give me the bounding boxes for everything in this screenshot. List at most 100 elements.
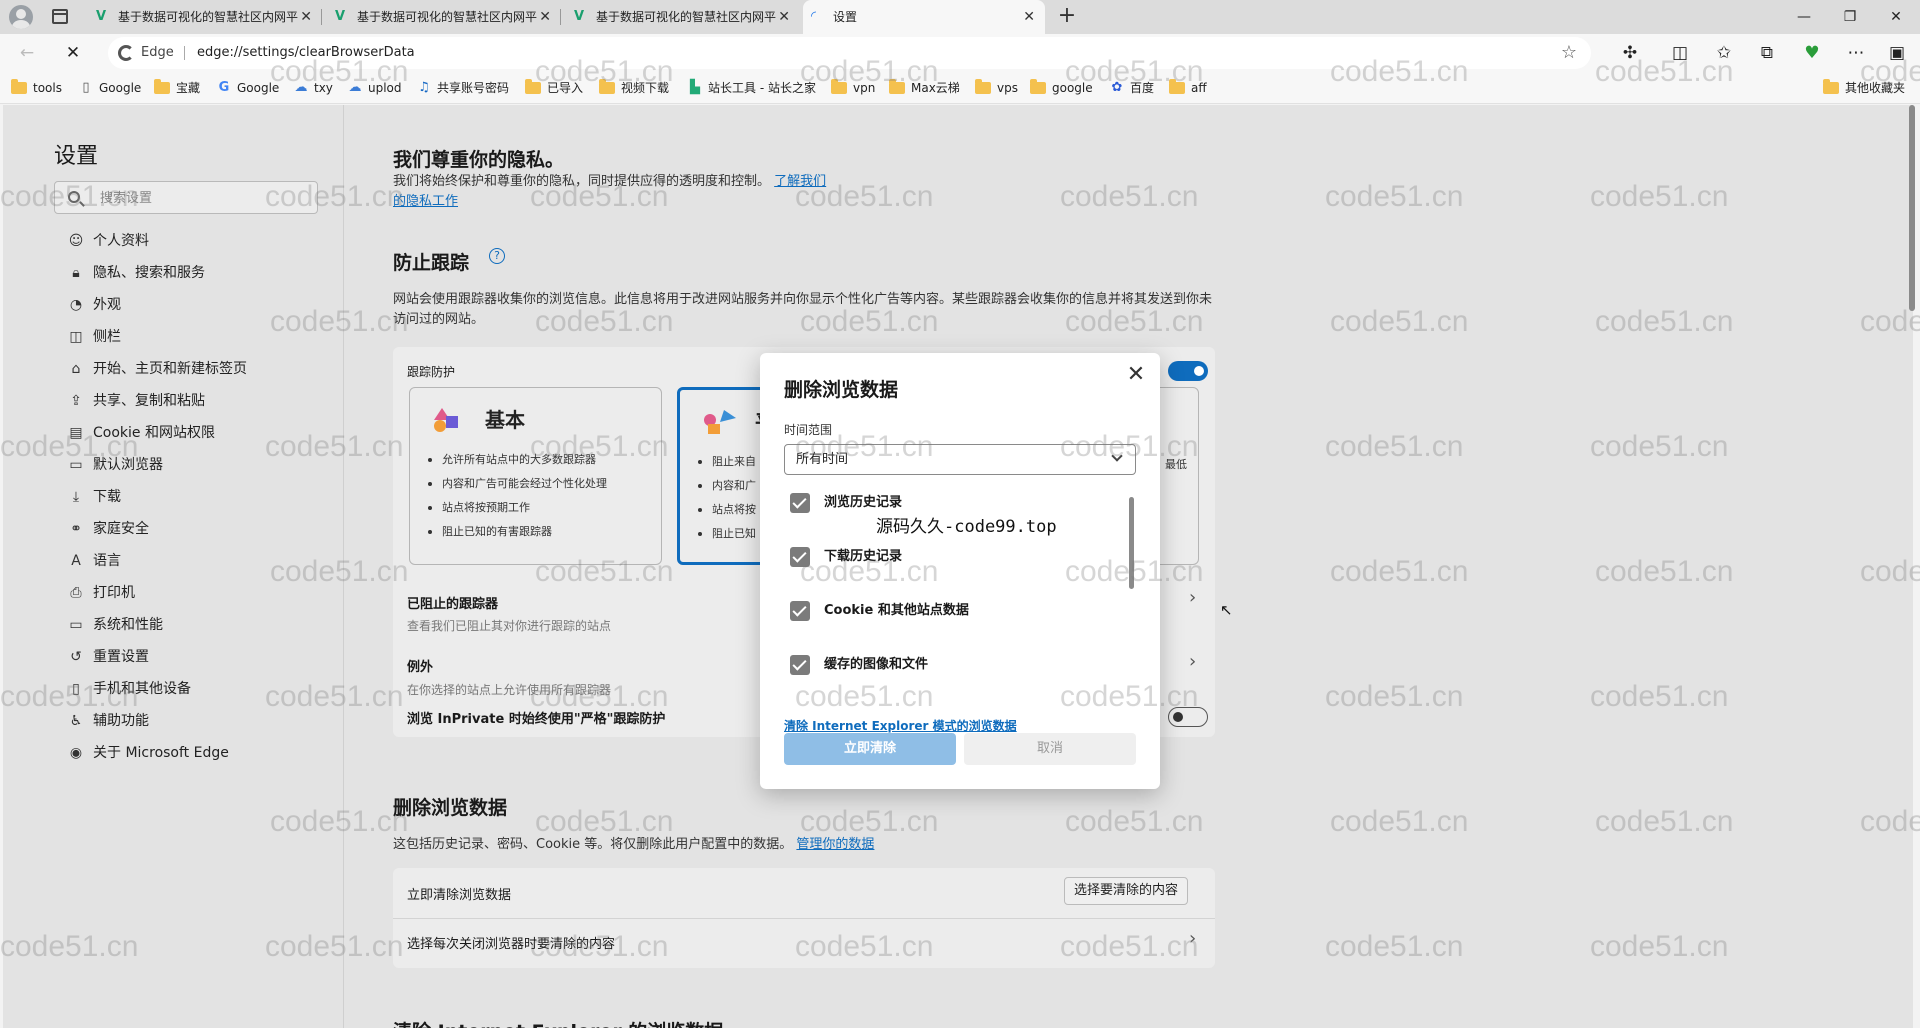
split-screen-icon[interactable]: ◫ [1667, 40, 1693, 66]
time-range-label: 时间范围 [784, 423, 833, 437]
checkbox-checked-icon[interactable] [790, 493, 810, 513]
sidebar-item-sidebar[interactable]: ◫ 侧栏 [63, 322, 323, 352]
sidebar-item-about[interactable]: ◉ 关于 Microsoft Edge [63, 738, 323, 768]
sidebar-item-start[interactable]: ⌂ 开始、主页和新建标签页 [63, 354, 323, 384]
profile-avatar-icon[interactable] [9, 5, 33, 29]
new-tab-button[interactable]: + [1055, 0, 1079, 34]
sidebar-item-reset[interactable]: ↺ 重置设置 [63, 642, 323, 672]
sidebar-item-family[interactable]: ⚭ 家庭安全 [63, 514, 323, 544]
sidebar-item-appearance[interactable]: ◔ 外观 [63, 290, 323, 320]
close-tab-icon[interactable]: ✕ [539, 0, 551, 34]
bookmark-folder[interactable]: 视频下载 [599, 72, 669, 104]
folder-icon [154, 79, 170, 94]
restore-button[interactable]: ❐ [1827, 0, 1873, 34]
sidebar-toggle-icon[interactable]: ▣ [1884, 40, 1910, 66]
settings-search-input[interactable]: 搜索设置 [54, 181, 318, 214]
exceptions-label[interactable]: 例外 [407, 656, 433, 675]
checkbox-checked-icon[interactable] [790, 601, 810, 621]
checkbox-download-history[interactable]: 下载历史记录 [790, 545, 902, 569]
blocked-trackers-sub: 查看我们已阻止其对你进行跟踪的站点 [407, 619, 612, 633]
bookmark-folder[interactable]: vps [975, 72, 1018, 104]
bookmark-link[interactable]: G Google [215, 72, 280, 104]
chevron-right-icon[interactable]: › [1189, 651, 1196, 672]
sidebar-item-label: 侧栏 [93, 329, 121, 345]
ie-mode-clear-link[interactable]: 清除 Internet Explorer 模式的浏览数据 [784, 717, 1017, 734]
minimize-button[interactable]: — [1781, 0, 1827, 34]
favorite-star-icon[interactable]: ☆ [1561, 37, 1577, 69]
tab-2[interactable]: V 基于数据可视化的智慧社区内网平台 ✕ [327, 0, 561, 34]
bookmark-link[interactable]: ▯ Google [77, 72, 141, 104]
strict-fragment: 最低 [1165, 458, 1187, 471]
close-tab-icon[interactable]: ✕ [1023, 0, 1035, 34]
cancel-button[interactable]: 取消 [964, 733, 1136, 765]
on-close-label[interactable]: 选择每次关闭浏览器时要清除的内容 [407, 933, 615, 952]
manage-data-link[interactable]: 管理你的数据 [796, 837, 874, 852]
stop-loading-button[interactable]: ✕ [60, 40, 86, 66]
bookmark-link[interactable]: ☁ uplod [346, 72, 402, 104]
dialog-scrollbar[interactable] [1129, 497, 1134, 589]
bookmark-link[interactable]: ▙ 站长工具 - 站长之家 [686, 72, 816, 104]
basic-item: 内容和广告可能会经过个性化处理 [426, 472, 607, 496]
back-button[interactable]: ← [14, 40, 40, 66]
checkbox-label: 浏览历史记录 [824, 495, 903, 510]
sidebar-item-system[interactable]: ▭ 系统和性能 [63, 610, 323, 640]
tab-settings[interactable]: ◜ 设置 ✕ [803, 0, 1045, 34]
other-bookmarks-folder[interactable]: 其他收藏夹 [1823, 72, 1905, 104]
page-scrollbar[interactable] [1909, 105, 1915, 311]
sidebar-item-cookies[interactable]: ▤ Cookie 和网站权限 [63, 418, 323, 448]
checkbox-checked-icon[interactable] [790, 655, 810, 675]
sidebar-item-default-browser[interactable]: ▭ 默认浏览器 [63, 450, 323, 480]
bookmark-folder[interactable]: 已导入 [525, 72, 583, 104]
performance-icon[interactable]: ♥ [1799, 40, 1825, 66]
bookmark-link[interactable]: ♫ 共享账号密码 [415, 72, 509, 104]
bookmark-folder[interactable]: tools [11, 72, 62, 104]
chevron-right-icon[interactable]: › [1189, 587, 1196, 608]
sidebar-item-profile[interactable]: ☺ 个人资料 [63, 226, 323, 256]
bookmark-folder[interactable]: google [1030, 72, 1093, 104]
sidebar-item-accessibility[interactable]: ♿︎ 辅助功能 [63, 706, 323, 736]
chevron-right-icon[interactable]: › [1189, 928, 1196, 949]
baidu-paw-icon: ✿ [1111, 80, 1123, 95]
tracking-toggle[interactable] [1168, 361, 1208, 381]
clear-now-button[interactable]: 立即清除 [784, 733, 956, 765]
url-text[interactable]: edge://settings/clearBrowserData [197, 37, 415, 69]
clear-data-heading: 删除浏览数据 [393, 797, 508, 819]
close-window-button[interactable]: ✕ [1873, 0, 1919, 34]
more-menu-icon[interactable]: ⋯ [1843, 40, 1869, 66]
sidebar-item-phone[interactable]: ▯ 手机和其他设备 [63, 674, 323, 704]
sidebar-item-privacy[interactable]: 🔒︎ 隐私、搜索和服务 [63, 258, 323, 288]
clear-data-card: 立即清除浏览数据 选择要清除的内容 选择每次关闭浏览器时要清除的内容 › [393, 868, 1215, 968]
edge-logo-icon [118, 45, 134, 61]
sidebar-item-downloads[interactable]: ⤓ 下载 [63, 482, 323, 512]
checkbox-cache[interactable]: 缓存的图像和文件 [790, 653, 928, 675]
bookmark-link[interactable]: ✿ 百度 [1108, 72, 1154, 104]
sidebar-item-languages[interactable]: A 语言 [63, 546, 323, 576]
tab-3[interactable]: V 基于数据可视化的智慧社区内网平台 ✕ [566, 0, 800, 34]
close-icon[interactable]: ✕ [1122, 361, 1150, 389]
close-tab-icon[interactable]: ✕ [300, 0, 312, 34]
bookmark-folder[interactable]: aff [1169, 72, 1207, 104]
sidebar-item-printers[interactable]: ⎙ 打印机 [63, 578, 323, 608]
help-icon[interactable]: ? [489, 248, 505, 264]
collections-icon[interactable]: ⧉ [1754, 40, 1780, 66]
checkbox-cookies[interactable]: Cookie 和其他站点数据 [790, 599, 969, 623]
folder-icon [525, 79, 541, 94]
bookmark-folder[interactable]: Max云梯 [889, 72, 960, 104]
bookmark-folder[interactable]: 宝藏 [154, 72, 200, 104]
choose-what-to-clear-button[interactable]: 选择要清除的内容 [1064, 877, 1189, 905]
tab-actions-icon[interactable] [52, 9, 68, 24]
bookmark-label: tools [33, 81, 62, 95]
blocked-trackers-label[interactable]: 已阻止的跟踪器 [407, 593, 498, 612]
time-range-select[interactable]: 所有时间 [784, 444, 1136, 475]
favorites-icon[interactable]: ✩ [1711, 40, 1737, 66]
tab-1[interactable]: V 基于数据可视化的智慧社区内网平台 ✕ [88, 0, 322, 34]
address-bar[interactable]: Edge edge://settings/clearBrowserData ☆ [108, 37, 1591, 69]
checkbox-checked-icon[interactable] [790, 547, 810, 567]
close-tab-icon[interactable]: ✕ [778, 0, 790, 34]
bookmark-folder[interactable]: vpn [831, 72, 875, 104]
tracking-option-basic[interactable]: 基本 允许所有站点中的大多数跟踪器 内容和广告可能会经过个性化处理 站点将按预期… [409, 387, 662, 565]
extensions-icon[interactable]: ✣ [1617, 40, 1643, 66]
sidebar-item-share[interactable]: ⇪ 共享、复制和粘贴 [63, 386, 323, 416]
bookmark-link[interactable]: ☁ txy [292, 72, 333, 104]
inprivate-toggle[interactable] [1168, 707, 1208, 727]
